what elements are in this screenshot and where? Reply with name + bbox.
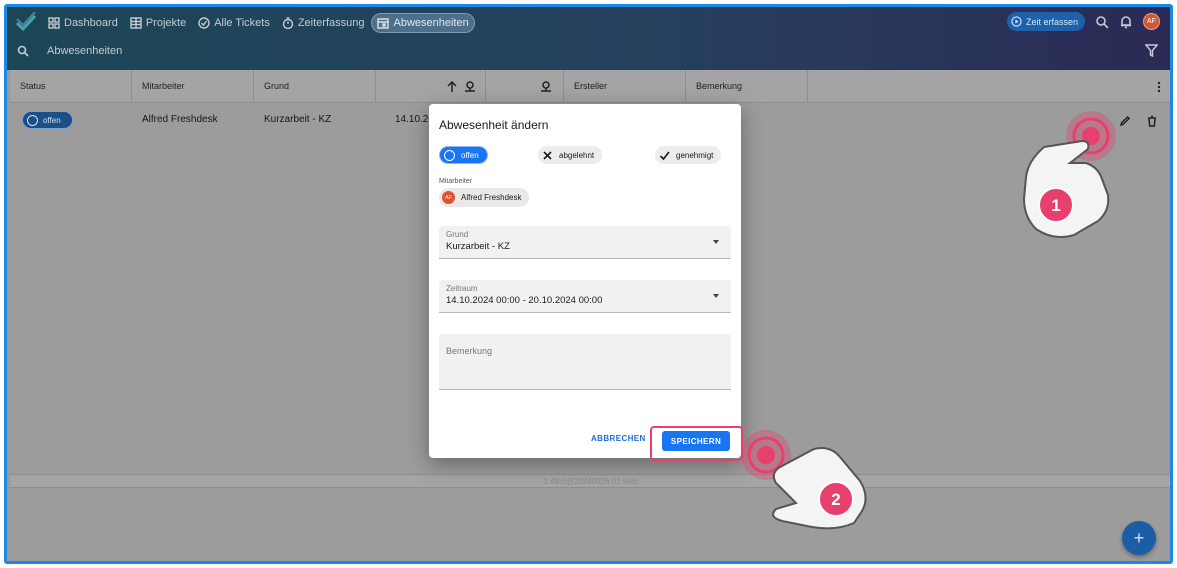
status-option-offen[interactable]: offen <box>439 146 488 164</box>
dialog-title: Abwesenheit ändern <box>439 118 549 132</box>
status-option-label: offen <box>461 150 479 160</box>
app-bar: Dashboard Projekte Alle Tickets Zeiterfa… <box>7 7 1170 70</box>
nav-projekte[interactable]: Projekte <box>125 13 191 33</box>
timer-icon <box>282 17 294 29</box>
zeit-erfassen-label: Zeit erfassen <box>1025 16 1078 27</box>
user-avatar[interactable]: AF <box>1143 13 1160 30</box>
column-status[interactable]: Status <box>10 70 132 103</box>
mitarbeiter-label: Mitarbeiter <box>439 178 473 185</box>
column-grund[interactable]: Grund <box>254 70 376 103</box>
column-mitarbeiter[interactable]: Mitarbeiter <box>132 70 254 103</box>
grund-label: Grund <box>446 230 469 239</box>
cell-grund: Kurzarbeit - KZ <box>264 114 332 125</box>
step-2-label: 2 <box>831 490 840 509</box>
nav-label: Zeiterfassung <box>297 17 365 29</box>
pointer-hand-2-icon: 2 <box>741 430 867 530</box>
main-nav: Dashboard Projekte Alle Tickets Zeiterfa… <box>15 12 477 33</box>
column-ersteller[interactable]: Ersteller <box>564 70 686 103</box>
grid-icon <box>130 17 142 29</box>
bell-icon[interactable] <box>1119 15 1133 29</box>
sub-header: Abwesenheiten <box>17 45 122 57</box>
avatar: AF <box>442 191 455 204</box>
bemerkung-field[interactable]: Bemerkung <box>439 334 731 390</box>
nav-dashboard[interactable]: Dashboard <box>43 13 123 33</box>
search-icon[interactable] <box>17 45 29 57</box>
nav-label: Alle Tickets <box>214 17 270 29</box>
dropdown-arrow-icon <box>713 294 719 298</box>
cancel-button[interactable]: ABBRECHEN <box>591 434 646 443</box>
zeitraum-value: 14.10.2024 00:00 - 20.10.2024 00:00 <box>446 295 603 306</box>
grund-select[interactable]: Grund Kurzarbeit - KZ <box>439 226 731 259</box>
bemerkung-label: Bemerkung <box>446 346 493 356</box>
column-bis[interactable] <box>486 70 564 103</box>
status-option-label: abgelehnt <box>559 150 595 160</box>
status-label: offen <box>43 115 61 125</box>
column-bemerkung[interactable]: Bemerkung <box>686 70 808 103</box>
logo-icon <box>15 12 37 32</box>
pointer-hand-1-icon: 1 <box>1022 111 1116 238</box>
mitarbeiter-chip[interactable]: AF Alfred Freshdesk <box>439 188 530 207</box>
status-option-abgelehnt[interactable]: abgelehnt <box>538 146 603 164</box>
sub-header-title: Abwesenheiten <box>47 45 123 57</box>
check-circle-icon <box>198 17 210 29</box>
circle-icon <box>27 114 38 126</box>
nav-zeiterfassung[interactable]: Zeiterfassung <box>277 13 370 33</box>
nav-alle-tickets[interactable]: Alle Tickets <box>193 13 275 33</box>
nav-abwesenheiten[interactable]: Abwesenheiten <box>371 13 475 33</box>
save-highlight-frame <box>650 426 743 461</box>
calendar-icon <box>377 18 390 29</box>
zeitraum-label: Zeitraum <box>446 284 478 293</box>
nav-label: Dashboard <box>64 17 118 29</box>
zeitraum-select[interactable]: Zeitraum 14.10.2024 00:00 - 20.10.2024 0… <box>439 280 731 313</box>
play-circle-icon <box>1011 16 1022 27</box>
status-chip-offen[interactable]: offen <box>22 111 73 129</box>
close-icon <box>543 150 552 160</box>
step-1-label: 1 <box>1051 196 1060 215</box>
arrow-up-icon <box>447 81 457 92</box>
status-option-label: genehmigt <box>676 150 714 160</box>
delete-icon[interactable] <box>1146 115 1158 127</box>
column-von[interactable] <box>376 70 486 103</box>
more-vert-icon[interactable] <box>1153 81 1165 93</box>
status-option-genehmigt[interactable]: genehmigt <box>655 146 722 164</box>
calendar-start-icon <box>465 81 475 92</box>
dropdown-arrow-icon <box>713 240 719 244</box>
zeit-erfassen-button[interactable]: Zeit erfassen <box>1006 12 1085 31</box>
grund-value: Kurzarbeit - KZ <box>446 241 510 252</box>
filter-icon[interactable] <box>1145 44 1158 57</box>
calendar-end-icon <box>541 81 551 92</box>
top-actions: Zeit erfassen AF <box>1006 12 1160 31</box>
nav-label: Abwesenheiten <box>393 17 469 29</box>
circle-icon <box>444 149 455 161</box>
dashboard-icon <box>48 17 60 29</box>
edit-absence-dialog: Abwesenheit ändern offen abgelehnt geneh… <box>429 104 741 458</box>
nav-label: Projekte <box>145 17 187 29</box>
version-footer: 1.48.0@20240926 01.web <box>10 474 1170 488</box>
mitarbeiter-name: Alfred Freshdesk <box>461 193 522 202</box>
add-absence-button[interactable]: + <box>1122 521 1156 555</box>
check-icon <box>659 151 670 160</box>
table-header: Status Mitarbeiter Grund Ersteller Bemer… <box>10 70 1170 103</box>
search-icon[interactable] <box>1095 15 1109 29</box>
cell-mitarbeiter: Alfred Freshdesk <box>142 114 218 125</box>
